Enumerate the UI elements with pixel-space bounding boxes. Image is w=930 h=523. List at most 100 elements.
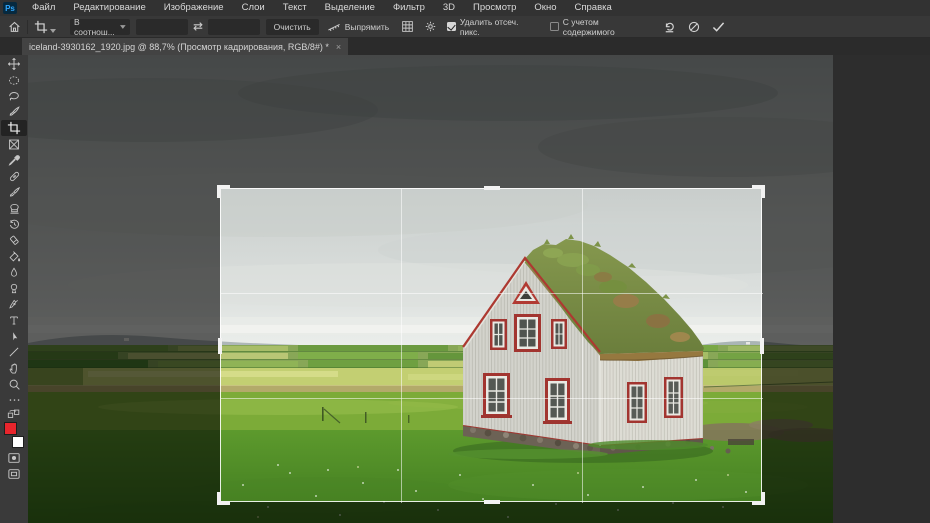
dodge-icon [8, 282, 20, 295]
menu-item-select[interactable]: Выделение [316, 0, 384, 16]
tab-close-icon[interactable]: × [336, 42, 341, 52]
crop-handle-bottom-right[interactable] [752, 492, 765, 505]
crop-handle-right[interactable] [760, 338, 764, 354]
tool-dodge[interactable] [1, 280, 27, 296]
tool-hand[interactable] [1, 360, 27, 376]
healing-brush-icon [8, 170, 21, 183]
chevron-down-icon [50, 29, 56, 33]
crop-handle-bottom[interactable] [484, 500, 500, 504]
lasso-icon [7, 89, 21, 103]
tool-line[interactable] [1, 344, 27, 360]
tool-lasso[interactable] [1, 88, 27, 104]
tool-zoom[interactable] [1, 376, 27, 392]
swap-colors-button[interactable] [1, 408, 27, 420]
tool-frame[interactable] [1, 136, 27, 152]
cancel-crop-icon[interactable] [687, 20, 701, 34]
tool-type[interactable] [1, 312, 27, 328]
ps-logo-icon: Ps [3, 2, 17, 14]
swap-values-icon[interactable] [192, 21, 204, 32]
clear-button[interactable]: Очистить [266, 19, 319, 35]
crop-shield-top [28, 55, 833, 188]
menu-item-image[interactable]: Изображение [155, 0, 233, 16]
crop-shield-right [762, 188, 833, 502]
type-icon [8, 314, 20, 327]
brush-icon [8, 186, 21, 199]
tool-eraser[interactable] [1, 232, 27, 248]
menu-item-file[interactable]: Файл [23, 0, 64, 16]
document-canvas[interactable] [28, 55, 930, 523]
pen-icon [8, 298, 20, 311]
history-brush-icon [8, 218, 21, 231]
move-icon [7, 57, 21, 71]
eyedropper-icon [8, 154, 21, 167]
tool-history-brush[interactable] [1, 216, 27, 232]
menu-item-window[interactable]: Окно [525, 0, 565, 16]
separator [27, 20, 28, 34]
foreground-color-swatch[interactable] [4, 422, 17, 435]
tool-eyedropper[interactable] [1, 152, 27, 168]
crop-grid-horizontal-2 [221, 398, 763, 399]
overlay-options-icon[interactable] [401, 20, 414, 33]
menu-bar: Ps Файл Редактирование Изображение Слои … [0, 0, 930, 16]
menu-item-view[interactable]: Просмотр [464, 0, 525, 16]
tool-crop[interactable] [1, 120, 27, 136]
document-tab[interactable]: iceland-3930162_1920.jpg @ 88,7% (Просмо… [22, 38, 348, 55]
ratio-preset-value: В соотнош... [74, 17, 120, 37]
menu-item-help[interactable]: Справка [566, 0, 621, 16]
crop-tool-preset-icon[interactable] [34, 20, 56, 34]
edit-toolbar-ellipsis[interactable] [1, 392, 27, 408]
selection-brush-icon [7, 105, 21, 119]
selection-arrow-icon [9, 330, 20, 343]
crop-handle-top[interactable] [484, 186, 500, 190]
ratio-width-field[interactable] [136, 19, 188, 35]
ratio-height-field[interactable] [208, 19, 260, 35]
ratio-preset-dropdown[interactable]: В соотнош... [70, 19, 130, 35]
tool-move[interactable] [1, 56, 27, 72]
crop-handle-top-left[interactable] [217, 185, 230, 198]
tool-clone-stamp[interactable] [1, 200, 27, 216]
quick-mask-button[interactable] [1, 450, 27, 466]
tool-spot-healing[interactable] [1, 168, 27, 184]
tool-paint-bucket[interactable] [1, 248, 27, 264]
crop-bounding-box[interactable] [220, 188, 762, 502]
line-icon [8, 346, 20, 358]
clone-stamp-icon [8, 202, 21, 215]
paint-bucket-icon [8, 250, 21, 263]
color-wells[interactable] [3, 422, 25, 448]
tool-object-selection[interactable] [1, 104, 27, 120]
crop-shield-left [28, 188, 220, 502]
background-color-swatch[interactable] [12, 436, 24, 448]
ellipse-marquee-icon [7, 74, 21, 87]
commit-crop-icon[interactable] [711, 21, 726, 33]
tool-brush[interactable] [1, 184, 27, 200]
crop-handle-left[interactable] [218, 338, 222, 354]
crop-handle-bottom-left[interactable] [217, 492, 230, 505]
home-icon[interactable] [8, 20, 21, 33]
magnifier-icon [8, 378, 21, 391]
reset-crop-icon[interactable] [662, 19, 677, 34]
blur-drop-icon [8, 266, 20, 279]
quick-mask-icon [7, 452, 21, 464]
tool-blur[interactable] [1, 264, 27, 280]
commit-controls [662, 19, 726, 34]
menu-item-3d[interactable]: 3D [434, 0, 464, 16]
eraser-icon [8, 234, 21, 247]
checkbox-unchecked-icon [550, 22, 559, 31]
screen-mode-button[interactable] [1, 466, 27, 482]
menu-item-edit[interactable]: Редактирование [64, 0, 154, 16]
checkbox-checked-icon [447, 22, 456, 31]
delete-cropped-pixels-checkbox[interactable]: Удалить отсеч. пикс. [447, 17, 537, 37]
crop-icon [7, 121, 21, 135]
crop-settings-gear-icon[interactable] [424, 20, 437, 33]
content-aware-checkbox[interactable]: С учетом содержимого [550, 17, 649, 37]
menu-item-filter[interactable]: Фильтр [384, 0, 434, 16]
tool-path-selection[interactable] [1, 328, 27, 344]
tool-elliptical-marquee[interactable] [1, 72, 27, 88]
crop-shield-bottom [28, 502, 833, 523]
crop-handle-top-right[interactable] [752, 185, 765, 198]
menu-item-type[interactable]: Текст [274, 0, 316, 16]
tool-pen[interactable] [1, 296, 27, 312]
options-bar: В соотнош... Очистить Выпрямить Удали [0, 16, 930, 38]
straighten-button[interactable]: Выпрямить [327, 21, 390, 33]
menu-item-layers[interactable]: Слои [233, 0, 274, 16]
